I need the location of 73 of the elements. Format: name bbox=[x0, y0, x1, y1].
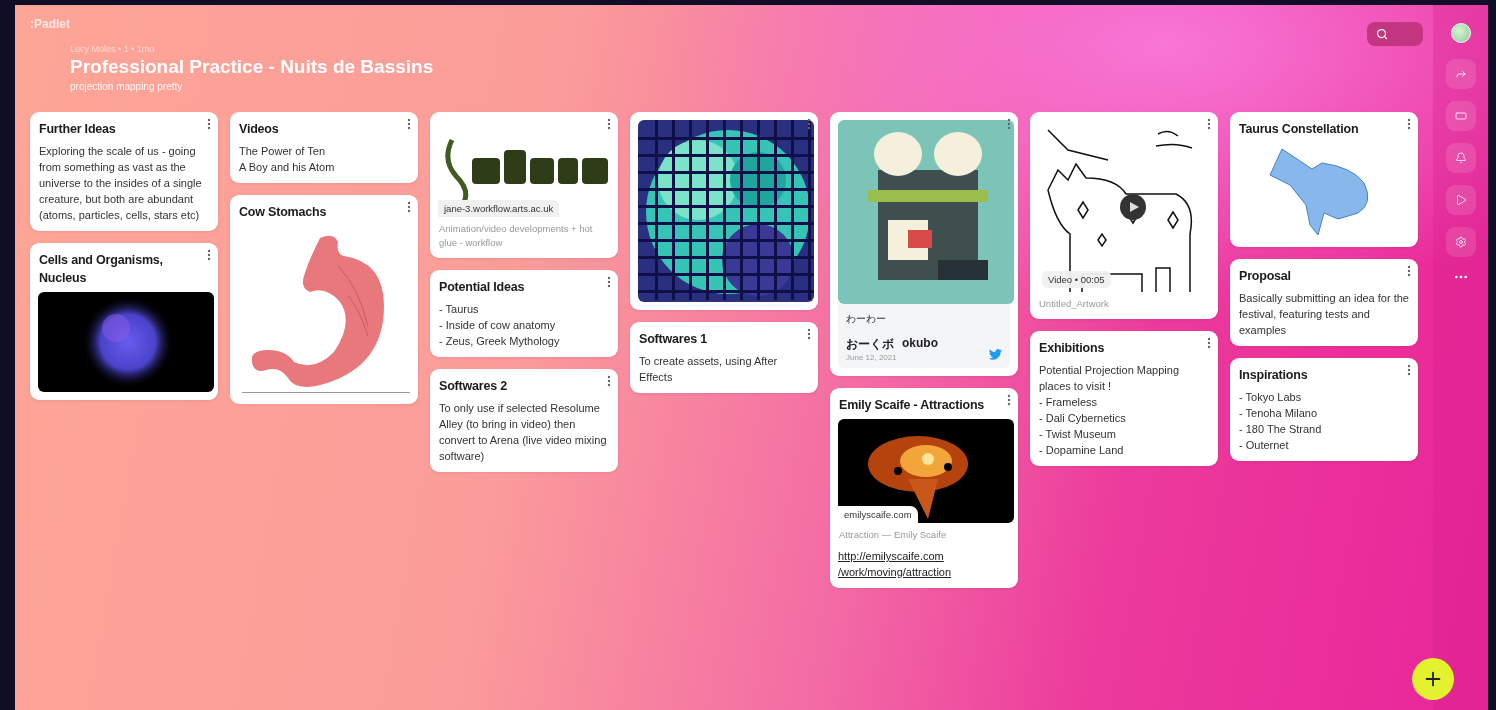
link-caption: Animation/video developments + hot glue - workflow bbox=[438, 222, 594, 250]
post-text: Exploring the scale of us - going from something as vast as the universe to the insides of a single creature, but both are abundant (atoms, particles, cells, stars etc) bbox=[38, 144, 203, 223]
post-text: - Twist Museum bbox=[1038, 427, 1117, 442]
search-icon bbox=[1376, 28, 1388, 40]
search-button[interactable] bbox=[1367, 22, 1423, 46]
post-title: Videos bbox=[239, 121, 279, 138]
post-text: - Dali Cybernetics bbox=[1038, 411, 1127, 426]
post-card[interactable]: jane-3.workflow.arts.ac.uk Animation/video developments + hot glue - workflow bbox=[430, 112, 618, 258]
post-card[interactable]: Videos The Power of Ten A Boy and his Atom bbox=[230, 112, 418, 183]
frame-icon bbox=[1454, 110, 1467, 122]
post-text: - Tenoha Milano bbox=[1238, 406, 1319, 421]
post-card[interactable]: Softwares 2 To only use if selected Resolume Alley (to bring in video) then convert to Arena (live video mixing software) bbox=[430, 369, 618, 472]
link-caption: Attraction — Emily Scaife bbox=[838, 528, 948, 542]
post-card[interactable]: Exhibitions Potential Projection Mapping places to visit ! - Frameless - Dali Cybernetics - Twist Museum - Dopamine Land bbox=[1030, 331, 1218, 466]
post-text: - Zeus, Greek Mythology bbox=[438, 334, 561, 349]
video-caption: Untitled_Artwork bbox=[1038, 297, 1110, 311]
post-title: Potential Ideas bbox=[439, 279, 525, 296]
add-post-button[interactable] bbox=[1412, 658, 1454, 700]
avatar[interactable] bbox=[1450, 23, 1471, 43]
board-subtitle: projection mapping pretty bbox=[70, 81, 184, 92]
tweet-handle: okubo bbox=[902, 336, 938, 352]
post-card[interactable]: Cow Stomachs bbox=[230, 195, 418, 404]
post-card[interactable]: Taurus Constellation bbox=[1230, 112, 1418, 247]
post-card[interactable]: Inspirations - Tokyo Labs - Tenoha Milano - 180 The Strand - Outernet bbox=[1230, 358, 1418, 461]
post-text: Potential Projection Mapping places to visit ! bbox=[1038, 363, 1181, 394]
post-title: Softwares 2 bbox=[439, 378, 507, 395]
post-text: A Boy and his Atom bbox=[238, 160, 336, 175]
play-icon[interactable] bbox=[1120, 194, 1146, 220]
link-domain: jane-3.workflow.arts.ac.uk bbox=[438, 200, 560, 217]
settings-button[interactable] bbox=[1445, 227, 1476, 257]
post-text: Basically submitting an idea for the festival, featuring tests and examples bbox=[1238, 291, 1410, 338]
more-icon[interactable] bbox=[807, 118, 811, 130]
post-text: - Taurus bbox=[438, 302, 480, 317]
post-title: Inspirations bbox=[1239, 367, 1308, 384]
post-card[interactable]: わーわー おーくボ okubo June 12, 2021 bbox=[830, 112, 1018, 376]
link-domain: emilyscaife.com bbox=[838, 506, 918, 523]
board-meta: Lucy Moles • 1 • 1mo bbox=[70, 44, 156, 54]
bell-icon bbox=[1454, 152, 1467, 164]
post-card[interactable]: Potential Ideas - Taurus - Inside of cow anatomy - Zeus, Greek Mythology bbox=[430, 270, 618, 357]
post-text: - Tokyo Labs bbox=[1238, 390, 1303, 405]
post-title: Cow Stomachs bbox=[239, 204, 327, 221]
post-text: - Outernet bbox=[1238, 438, 1290, 453]
post-text: - Frameless bbox=[1038, 395, 1099, 410]
post-title: Further Ideas bbox=[39, 121, 116, 138]
post-text: - Inside of cow anatomy bbox=[438, 318, 557, 333]
post-title: Emily Scaife - Attractions bbox=[839, 397, 985, 414]
link[interactable]: http://emilyscaife.com bbox=[838, 548, 944, 564]
post-text: To create assets, using After Effects bbox=[638, 354, 779, 385]
bird-icon bbox=[989, 349, 1002, 360]
post-card[interactable]: Softwares 1 To create assets, using After Effects bbox=[630, 322, 818, 393]
link[interactable]: /work/moving/attraction bbox=[838, 564, 952, 580]
tweet-date: June 12, 2021 bbox=[846, 353, 897, 362]
post-title: Softwares 1 bbox=[639, 331, 707, 348]
post-text: To only use if selected Resolume Alley (to bring in video) then convert to Arena (live video mixing software) bbox=[438, 401, 608, 464]
post-text: - Dopamine Land bbox=[1038, 443, 1125, 458]
post-card[interactable]: Emily Scaife - Attractions emilyscaife.com Attraction — Emily Scaife http://emilyscaife.com /work/moving/attraction bbox=[830, 388, 1018, 588]
post-title: Cells and Organisms, Nucleus bbox=[39, 252, 164, 287]
post-title: Proposal bbox=[1239, 268, 1291, 285]
post-text: - 180 The Strand bbox=[1238, 422, 1323, 437]
board-title: Professional Practice - Nuits de Bassins bbox=[70, 56, 435, 78]
post-text: The Power of Ten bbox=[238, 144, 326, 159]
post-card[interactable]: Video • 00:05 Untitled_Artwork bbox=[1030, 112, 1218, 319]
play-icon bbox=[1454, 194, 1467, 206]
post-card[interactable]: Further Ideas Exploring the scale of us - going from something as vast as the universe to the insides of a single creature, but both are abundant (atoms, particles, cells, stars etc) bbox=[30, 112, 218, 231]
post-card[interactable]: Proposal Basically submitting an idea for the festival, featuring tests and examples bbox=[1230, 259, 1418, 346]
post-title: Exhibitions bbox=[1039, 340, 1105, 357]
post-card[interactable]: Cells and Organisms, Nucleus bbox=[30, 243, 218, 400]
post-title: Taurus Constellation bbox=[1239, 121, 1359, 138]
video-duration: Video • 00:05 bbox=[1042, 271, 1111, 288]
tweet-text: わーわー bbox=[846, 312, 887, 326]
settings-icon bbox=[1454, 236, 1467, 248]
share-icon bbox=[1454, 68, 1467, 80]
tweet-author: おーくボ bbox=[846, 336, 894, 353]
